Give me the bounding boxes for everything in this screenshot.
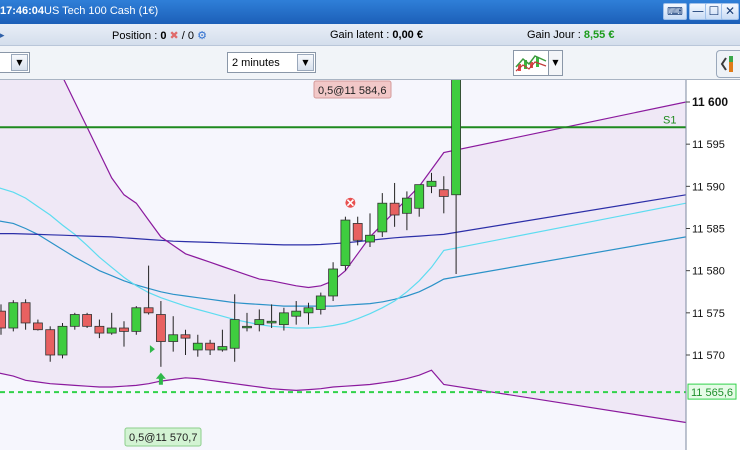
daily-gain-section: Gain Jour : 8,55 € [527, 29, 614, 41]
buy-order-label[interactable]: 0,5@11 570,7 [124, 427, 202, 447]
price-tick-label: 11 580 [692, 266, 725, 278]
price-tick-label: 11 570 [692, 350, 725, 362]
position-label: Position : [112, 30, 158, 42]
red-cross-icon[interactable]: ✖ [170, 29, 179, 42]
gears-icon[interactable]: ⚙ [197, 29, 207, 42]
candlestick[interactable] [340, 216, 351, 271]
chevron-down-icon[interactable]: ▼ [297, 54, 314, 71]
price-chart[interactable]: S1 11 570 11 575 11 580 11 585 11 590 11 595 1… [0, 80, 740, 450]
chevron-down-icon[interactable]: ▼ [549, 50, 563, 76]
orders-count: / 0 [181, 30, 195, 42]
unrealized-value: 0,00 € [392, 29, 423, 41]
position-bar: ▸ Position : 0 ✖ / 0 ⚙ Gain latent : 0,0… [0, 24, 740, 46]
stop-price-label: 11 565,6 [687, 383, 737, 400]
candlestick[interactable] [131, 306, 142, 335]
chart-canvas[interactable]: S1 11 570 11 575 11 580 11 585 11 590 11 595 1… [0, 80, 740, 450]
timeframe-select[interactable]: 2 minutes ▼ [227, 52, 316, 73]
timeframe-value: 2 minutes [232, 57, 280, 69]
price-tick-label: 11 585 [692, 224, 725, 236]
price-tick-label: 11 575 [692, 308, 725, 320]
support-line-label: S1 [663, 114, 676, 126]
panel-toggle-icon[interactable] [716, 50, 740, 78]
daily-gain-value: 8,55 € [583, 29, 615, 41]
candlestick[interactable] [8, 300, 19, 332]
candlestick[interactable] [82, 312, 92, 329]
position-value: 0 [160, 30, 167, 42]
instrument-title: US Tech 100 Cash (1€) [44, 5, 159, 17]
price-tick-label: 11 590 [692, 181, 725, 193]
sell-order-label[interactable]: 0,5@11 584,6 [313, 80, 392, 99]
unrealized-section: Gain latent : 0,00 € [330, 29, 423, 41]
chevron-down-icon[interactable]: ▼ [11, 54, 28, 71]
keyboard-icon[interactable]: ⌨ [663, 3, 687, 20]
collapse-arrow-icon[interactable]: ▸ [0, 29, 5, 41]
clock-time: 17:46:04 [0, 5, 45, 17]
price-tick-label: 11 600 [692, 95, 728, 109]
red-x-icon[interactable] [345, 197, 356, 208]
unrealized-label: Gain latent : [330, 29, 390, 41]
candlestick[interactable] [57, 322, 68, 359]
close-button[interactable]: ✕ [721, 3, 739, 20]
svg-text:0,5@11 584,6: 0,5@11 584,6 [318, 85, 386, 97]
position-section: Position : 0 ✖ / 0 ⚙ [112, 29, 207, 42]
price-tick-label: 11 595 [692, 139, 725, 151]
chart-toolbar: ▼ 2 minutes ▼ ▼ [0, 46, 740, 80]
indicator-chart-icon[interactable] [513, 50, 549, 76]
svg-text:0,5@11 570,7: 0,5@11 570,7 [129, 432, 197, 444]
left-dropdown[interactable]: ▼ [0, 52, 30, 73]
daily-gain-label: Gain Jour : [527, 29, 581, 41]
title-bar: 17:46:04 US Tech 100 Cash (1€) ⌨ — ☐ ✕ [0, 0, 740, 24]
svg-text:11 565,6: 11 565,6 [691, 387, 733, 399]
